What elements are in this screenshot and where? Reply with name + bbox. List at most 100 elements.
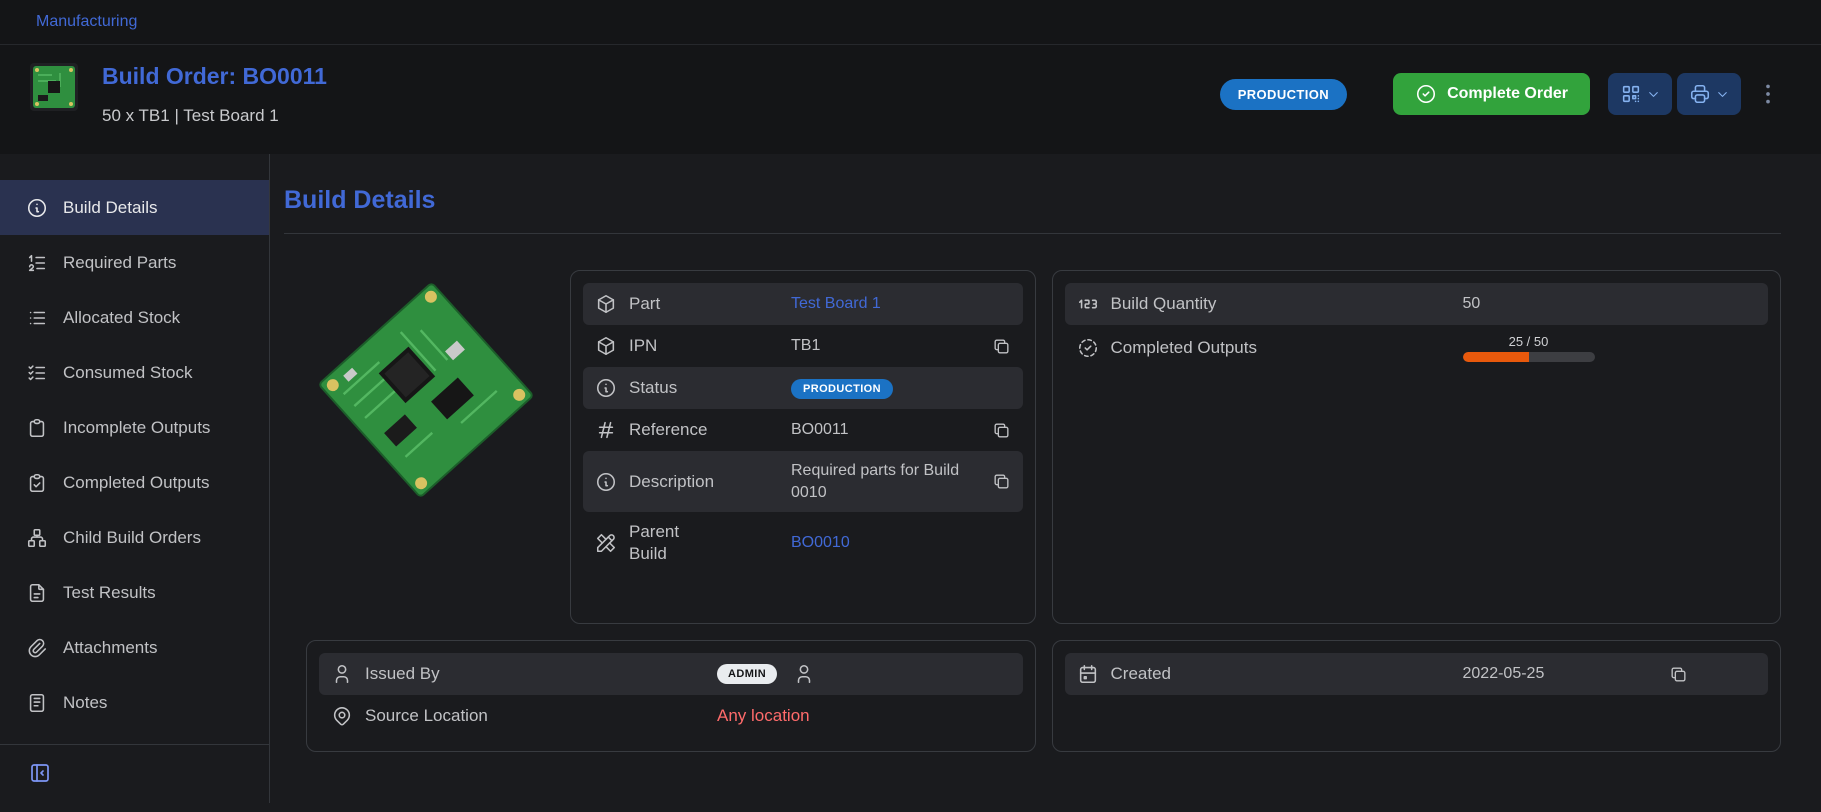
header-icon-buttons — [1608, 73, 1741, 115]
sidebar: Build Details Required Parts Allocated S… — [0, 154, 270, 803]
progress-bar-fill — [1463, 352, 1529, 362]
part-thumbnail[interactable] — [30, 63, 78, 111]
details-cell: Part Test Board 1 IPN TB1 Status — [306, 270, 1036, 624]
sidebar-item-notes[interactable]: Notes — [0, 675, 269, 730]
sidebar-item-allocated-stock[interactable]: Allocated Stock — [0, 290, 269, 345]
detail-value: PRODUCTION — [791, 377, 1011, 399]
section-heading: Build Details — [284, 186, 1781, 215]
list-check-icon — [26, 362, 48, 384]
chevron-down-icon — [1646, 87, 1661, 102]
detail-label: Description — [629, 471, 779, 493]
pcb-thumbnail-image — [30, 63, 78, 111]
part-link[interactable]: Test Board 1 — [791, 293, 1011, 315]
detail-value: BO0011 — [791, 419, 980, 441]
sidebar-collapse-icon — [28, 761, 52, 785]
sidebar-item-label: Child Build Orders — [63, 528, 201, 548]
created-panel: Created 2022-05-25 — [1052, 640, 1782, 752]
sidebar-item-completed-outputs[interactable]: Completed Outputs — [0, 455, 269, 510]
user-badge: ADMIN — [717, 664, 777, 684]
more-actions-button[interactable] — [1755, 73, 1781, 115]
detail-value: TB1 — [791, 335, 980, 357]
sidebar-item-label: Required Parts — [63, 253, 176, 273]
barcode-actions-button[interactable] — [1608, 73, 1672, 115]
issued-panel: Issued By ADMIN Source Location Any loca… — [306, 640, 1036, 752]
detail-label: Status — [629, 377, 779, 399]
detail-row-part: Part Test Board 1 — [583, 283, 1023, 325]
detail-row-parent-build: Parent Build BO0010 — [583, 512, 1023, 574]
print-actions-button[interactable] — [1677, 73, 1741, 115]
sidebar-item-build-details[interactable]: Build Details — [0, 180, 269, 235]
page-header: Build Order: BO0011 50 x TB1 | Test Boar… — [0, 45, 1821, 154]
detail-label: Reference — [629, 419, 779, 441]
sidebar-item-required-parts[interactable]: Required Parts — [0, 235, 269, 290]
clipboard-check-icon — [26, 472, 48, 494]
chevron-down-icon — [1715, 87, 1730, 102]
list-numbers-icon — [26, 252, 48, 274]
printer-icon — [1689, 83, 1711, 105]
source-location-value: Any location — [717, 705, 1011, 728]
detail-row-reference: Reference BO0011 — [583, 409, 1023, 451]
detail-label: Parent Build — [629, 521, 779, 565]
completed-outputs-row: Completed Outputs 25 / 50 — [1065, 325, 1769, 371]
complete-order-button[interactable]: Complete Order — [1393, 73, 1590, 115]
created-value: 2022-05-25 — [1463, 663, 1658, 685]
source-location-row: Source Location Any location — [319, 695, 1023, 737]
progress-check-icon — [1077, 337, 1099, 359]
copy-icon — [992, 337, 1011, 356]
detail-row-status: Status PRODUCTION — [583, 367, 1023, 409]
part-image[interactable] — [306, 270, 546, 510]
issued-by-label: Issued By — [365, 664, 705, 684]
copy-button[interactable] — [992, 421, 1011, 440]
heading-divider — [284, 233, 1781, 234]
copy-icon — [1669, 665, 1688, 684]
complete-order-label: Complete Order — [1447, 85, 1568, 103]
detail-label: Part — [629, 293, 779, 315]
copy-icon — [992, 421, 1011, 440]
user-icon — [331, 663, 353, 685]
build-quantity-label: Build Quantity — [1111, 294, 1451, 314]
completed-outputs-progress: 25 / 50 — [1463, 334, 1595, 362]
user-icon — [793, 663, 815, 685]
info-circle-icon — [26, 197, 48, 219]
sidebar-item-label: Test Results — [63, 583, 156, 603]
breadcrumb-link-manufacturing[interactable]: Manufacturing — [36, 13, 137, 30]
page-title: Build Order: BO0011 — [102, 63, 327, 90]
status-badge: PRODUCTION — [1220, 79, 1347, 110]
hash-icon — [595, 419, 617, 441]
quantity-panel: Build Quantity 50 Completed Outputs 25 /… — [1052, 270, 1782, 624]
source-location-label: Source Location — [365, 706, 705, 726]
numbers-123-icon — [1077, 293, 1099, 315]
copy-button[interactable] — [992, 472, 1011, 491]
main-content: Build Details Part Test Board 1 IPN — [270, 154, 1821, 803]
sidebar-item-child-build-orders[interactable]: Child Build Orders — [0, 510, 269, 565]
info-circle-icon — [595, 471, 617, 493]
issued-by-value: ADMIN — [717, 663, 1011, 685]
tools-icon — [595, 532, 617, 554]
notes-icon — [26, 692, 48, 714]
sidebar-item-incomplete-outputs[interactable]: Incomplete Outputs — [0, 400, 269, 455]
sidebar-item-label: Build Details — [63, 198, 158, 218]
sidebar-item-attachments[interactable]: Attachments — [0, 620, 269, 675]
parent-build-link[interactable]: BO0010 — [791, 532, 1011, 554]
copy-button[interactable] — [1669, 665, 1688, 684]
sidebar-footer — [0, 744, 269, 790]
sidebar-item-test-results[interactable]: Test Results — [0, 565, 269, 620]
paperclip-icon — [26, 637, 48, 659]
sitemap-icon — [26, 527, 48, 549]
collapse-sidebar-button[interactable] — [28, 761, 52, 788]
header-actions: PRODUCTION Complete Order — [1220, 73, 1781, 115]
completed-outputs-label: Completed Outputs — [1111, 338, 1451, 358]
info-circle-icon — [595, 377, 617, 399]
sidebar-item-consumed-stock[interactable]: Consumed Stock — [0, 345, 269, 400]
detail-row-description: Description Required parts for Build 001… — [583, 451, 1023, 512]
created-label: Created — [1111, 664, 1451, 684]
copy-button[interactable] — [992, 337, 1011, 356]
details-grid: Part Test Board 1 IPN TB1 Status — [306, 270, 1781, 752]
qrcode-icon — [1620, 83, 1642, 105]
calendar-icon — [1077, 663, 1099, 685]
sidebar-item-label: Notes — [63, 693, 107, 713]
breadcrumb: Manufacturing — [0, 0, 1821, 45]
build-quantity-row: Build Quantity 50 — [1065, 283, 1769, 325]
status-badge: PRODUCTION — [791, 379, 893, 399]
sidebar-item-label: Incomplete Outputs — [63, 418, 210, 438]
